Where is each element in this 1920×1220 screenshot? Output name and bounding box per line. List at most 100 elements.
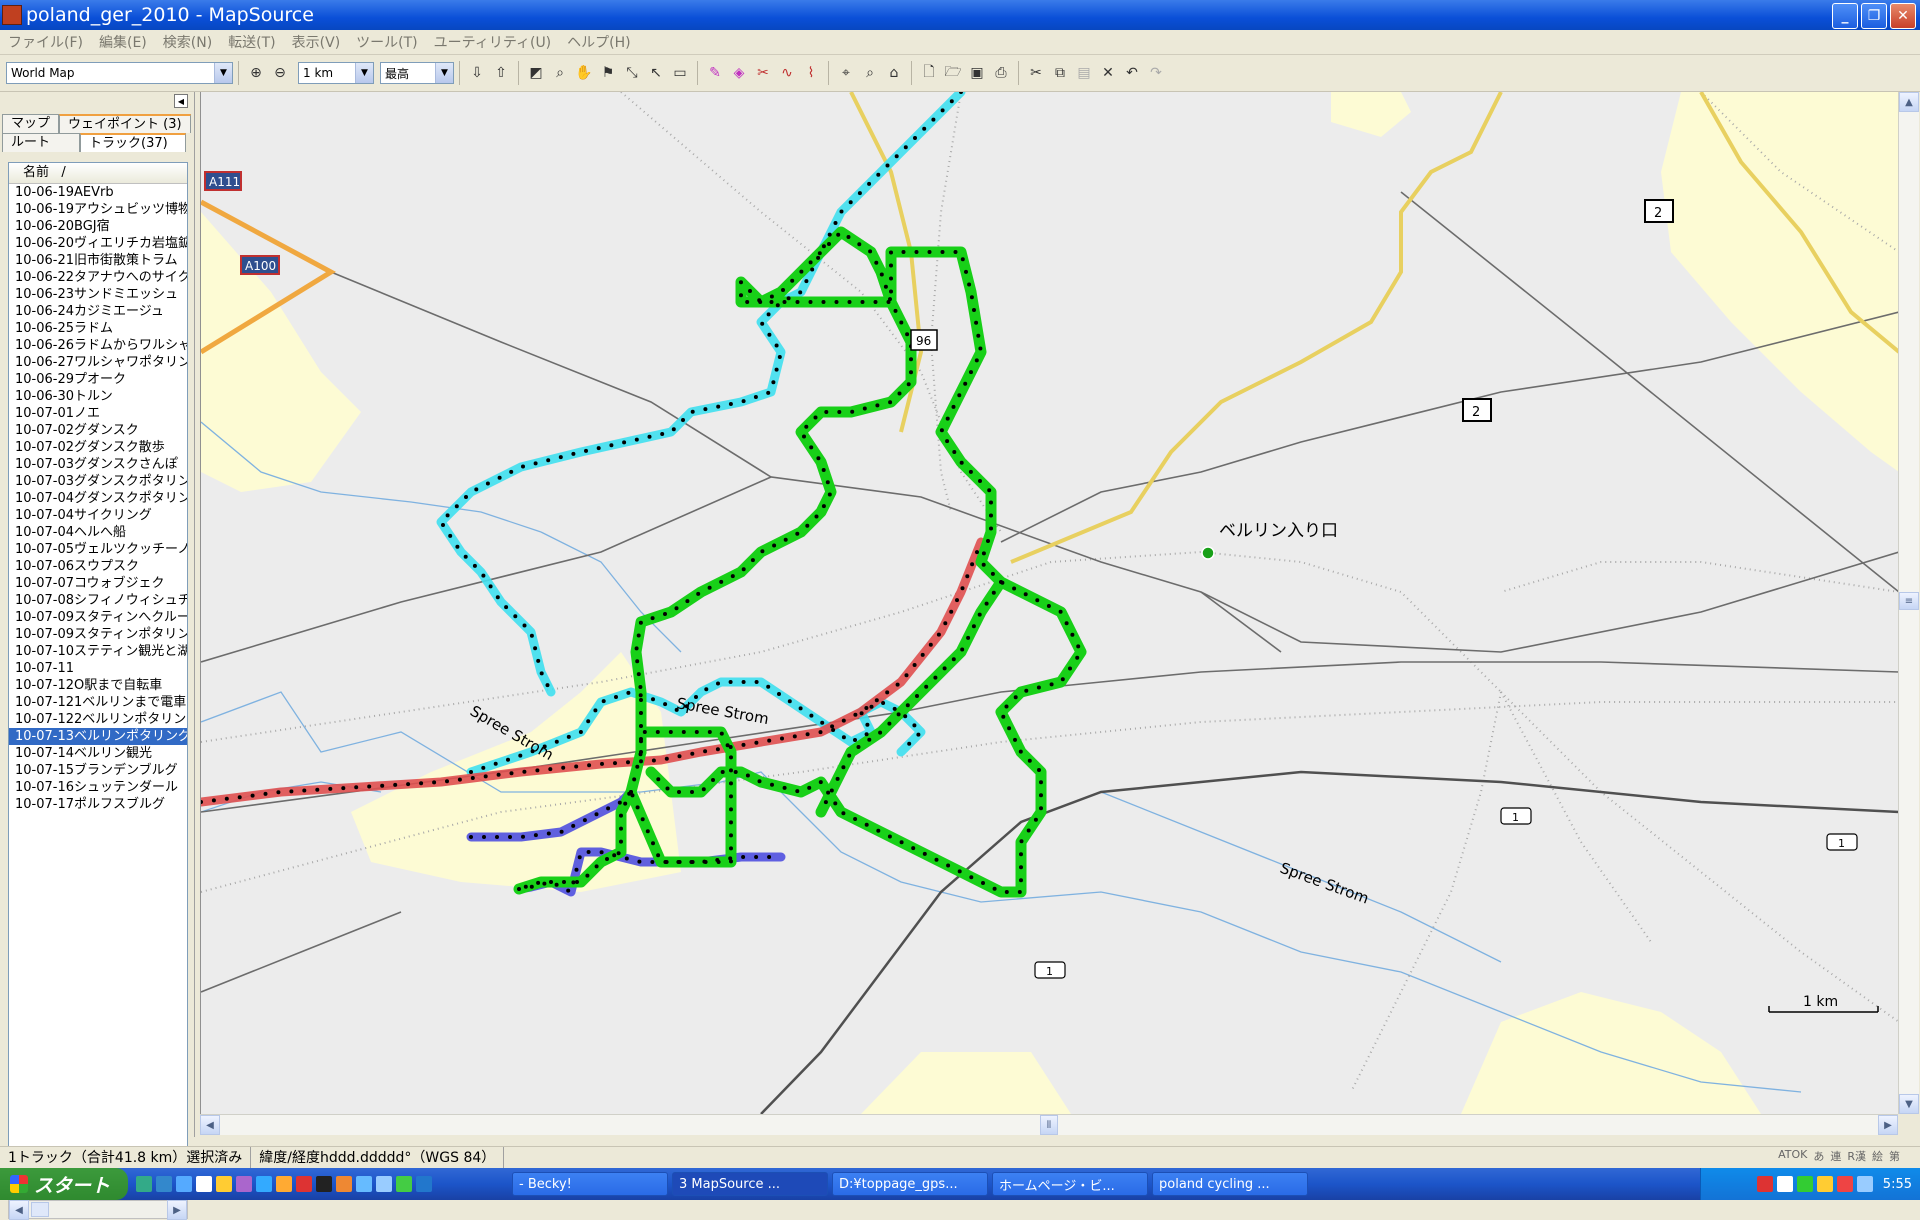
tray-icon[interactable] xyxy=(1776,1176,1793,1192)
save-icon[interactable]: ▣ xyxy=(965,61,989,85)
menu-view[interactable]: 表示(V) xyxy=(284,32,349,52)
quick-launch-icon[interactable] xyxy=(216,1176,232,1192)
find-nearby-icon[interactable]: ⌕ xyxy=(858,61,882,85)
track-list-item[interactable]: 10-07-04ヘルへ船 xyxy=(9,524,187,541)
quick-launch-icon[interactable] xyxy=(376,1176,392,1192)
menu-utilities[interactable]: ユーティリティ(U) xyxy=(426,32,560,52)
task-browser[interactable]: poland cycling ... xyxy=(1152,1172,1308,1196)
track-list-item[interactable]: 10-07-121ベルリンまで電車 xyxy=(9,694,187,711)
ime-atok[interactable]: ATOK xyxy=(1778,1148,1807,1164)
quick-launch-icon[interactable] xyxy=(176,1176,192,1192)
track-list-item[interactable]: 10-07-03グダンスクポタリンク xyxy=(9,473,187,490)
track-list-item[interactable]: 10-07-17ポルフスブルグ xyxy=(9,796,187,813)
task-explorer[interactable]: D:¥toppage_gps... xyxy=(832,1172,988,1196)
chevron-down-icon[interactable]: ▼ xyxy=(355,63,373,83)
track-list-item[interactable]: 10-07-04サイクリング xyxy=(9,507,187,524)
track-list-item[interactable]: 10-07-122ベルリンポタリング xyxy=(9,711,187,728)
find-address-icon[interactable]: ⌂ xyxy=(882,61,906,85)
track-list-item[interactable]: 10-07-10ステティン観光と湖畔 xyxy=(9,643,187,660)
track-list-item[interactable]: 10-06-22タアナウへのサイク xyxy=(9,269,187,286)
menu-help[interactable]: ヘルプ(H) xyxy=(559,32,638,52)
menu-find[interactable]: 検索(N) xyxy=(155,32,220,52)
menu-tools[interactable]: ツール(T) xyxy=(348,32,425,52)
track-list-item[interactable]: 10-07-05ヴェルツクッチーノ xyxy=(9,541,187,558)
join-track-icon[interactable]: ∿ xyxy=(775,61,799,85)
detail-level-select[interactable]: 最高 ▼ xyxy=(380,62,454,84)
collapse-sidebar-icon[interactable]: ◀ xyxy=(174,94,188,108)
track-list-item[interactable]: 10-06-27ワルシャワポタリン xyxy=(9,354,187,371)
zoom-in-icon[interactable]: ⊕ xyxy=(244,61,268,85)
tray-icon[interactable] xyxy=(1856,1176,1873,1192)
track-list-item[interactable]: 10-06-30トルン xyxy=(9,388,187,405)
track-list-item[interactable]: 10-07-01ノエ xyxy=(9,405,187,422)
track-list-item[interactable]: 10-07-08シフィノウィシュチャ xyxy=(9,592,187,609)
waypoint-tool-icon[interactable]: ⚑ xyxy=(596,61,620,85)
track-list-item[interactable]: 10-07-09スタティンポタリング xyxy=(9,626,187,643)
find-icon[interactable]: ⌖ xyxy=(834,61,858,85)
quick-launch-icon[interactable] xyxy=(316,1176,332,1192)
ime-conversion[interactable]: 連 xyxy=(1830,1148,1841,1164)
map-vertical-scrollbar[interactable]: ▲ ≡ ▼ xyxy=(1898,92,1919,1114)
eraser-icon[interactable]: ◈ xyxy=(727,61,751,85)
track-list-item[interactable]: 10-07-04グダンスクポタリンク xyxy=(9,490,187,507)
tray-icon[interactable] xyxy=(1796,1176,1813,1192)
map-product-select[interactable]: World Map ▼ xyxy=(6,62,233,84)
chevron-down-icon[interactable]: ▼ xyxy=(435,63,453,83)
task-becky[interactable]: - Becky! xyxy=(512,1172,668,1196)
maximize-button[interactable]: ❐ xyxy=(1861,3,1887,29)
send-to-device-icon[interactable]: ⇧ xyxy=(489,61,513,85)
track-list-item[interactable]: 10-07-16シュッテンダール xyxy=(9,779,187,796)
track-list-item[interactable]: 10-07-09スタティンへクルージ xyxy=(9,609,187,626)
cut-icon[interactable]: ✂ xyxy=(1024,61,1048,85)
menu-edit[interactable]: 編集(E) xyxy=(91,32,155,52)
tab-map[interactable]: マップ xyxy=(2,114,60,133)
map-canvas[interactable]: A111 A100 96 2 2 1 1 1 Spree Strom Spree… xyxy=(201,92,1899,1114)
scroll-right-icon[interactable]: ▶ xyxy=(167,1200,187,1220)
print-icon[interactable]: ⎙ xyxy=(989,61,1013,85)
tab-waypoints[interactable]: ウェイポイント (3) xyxy=(59,114,191,133)
tab-routes[interactable]: ルート xyxy=(2,133,80,152)
ime-hiragana[interactable]: あ xyxy=(1813,1148,1824,1164)
ime-emoji[interactable]: 絵 xyxy=(1872,1148,1883,1164)
quick-launch-icon[interactable] xyxy=(136,1176,152,1192)
distance-tool-icon[interactable]: ▭ xyxy=(668,61,692,85)
scroll-down-icon[interactable]: ▼ xyxy=(1899,1094,1919,1114)
close-button[interactable]: ✕ xyxy=(1890,3,1916,29)
list-horizontal-scrollbar[interactable]: ◀ ▶ xyxy=(8,1200,188,1220)
track-list-item[interactable]: 10-07-02グダンスク xyxy=(9,422,187,439)
filter-track-icon[interactable]: ⌇ xyxy=(799,61,823,85)
vscroll-thumb[interactable]: ≡ xyxy=(1899,592,1919,610)
task-homepage-builder[interactable]: ホームページ・ビ... xyxy=(992,1172,1148,1196)
track-list-item[interactable]: 10-07-15ブランデンブルグ xyxy=(9,762,187,779)
new-file-icon[interactable]: 🗋 xyxy=(917,61,941,85)
quick-launch-icon[interactable] xyxy=(296,1176,312,1192)
quick-launch-icon[interactable] xyxy=(336,1176,352,1192)
track-list-item[interactable]: 10-06-29プオーク xyxy=(9,371,187,388)
quick-launch-icon[interactable] xyxy=(276,1176,292,1192)
track-list-item[interactable]: 10-06-20ヴィエリチカ岩塩鉱 xyxy=(9,235,187,252)
undo-icon[interactable]: ↶ xyxy=(1120,61,1144,85)
menu-transfer[interactable]: 転送(T) xyxy=(220,32,283,52)
redo-icon[interactable]: ↷ xyxy=(1144,61,1168,85)
track-list-item[interactable]: 10-06-21旧市街散策トラム xyxy=(9,252,187,269)
divide-track-icon[interactable]: ✂ xyxy=(751,61,775,85)
quick-launch-icon[interactable] xyxy=(356,1176,372,1192)
track-list-item[interactable]: 10-06-26ラドムからワルシャ xyxy=(9,337,187,354)
route-tool-icon[interactable]: ⤡ xyxy=(620,61,644,85)
tab-tracks[interactable]: トラック(37) xyxy=(80,133,186,152)
quick-launch-icon[interactable] xyxy=(196,1176,212,1192)
zoom-tool-icon[interactable]: ⌕ xyxy=(548,61,572,85)
copy-icon[interactable]: ⧉ xyxy=(1048,61,1072,85)
track-list-item[interactable]: 10-06-23サンドミエッシュ xyxy=(9,286,187,303)
map-horizontal-scrollbar[interactable]: ◀ ⦀ ▶ xyxy=(200,1114,1898,1135)
column-header-name[interactable]: 名前 / xyxy=(9,163,187,184)
track-list-item[interactable]: 10-07-14ベルリン観光 xyxy=(9,745,187,762)
mapsource-app-icon[interactable] xyxy=(2,5,22,25)
track-list-item[interactable]: 10-07-06スウプスク xyxy=(9,558,187,575)
hscroll-thumb[interactable]: ⦀ xyxy=(1040,1115,1058,1135)
zoom-out-icon[interactable]: ⊖ xyxy=(268,61,292,85)
scroll-left-icon[interactable]: ◀ xyxy=(9,1200,29,1220)
track-draw-icon[interactable]: ✎ xyxy=(703,61,727,85)
tray-icon[interactable] xyxy=(1816,1176,1833,1192)
scroll-right-icon[interactable]: ▶ xyxy=(1878,1115,1898,1135)
